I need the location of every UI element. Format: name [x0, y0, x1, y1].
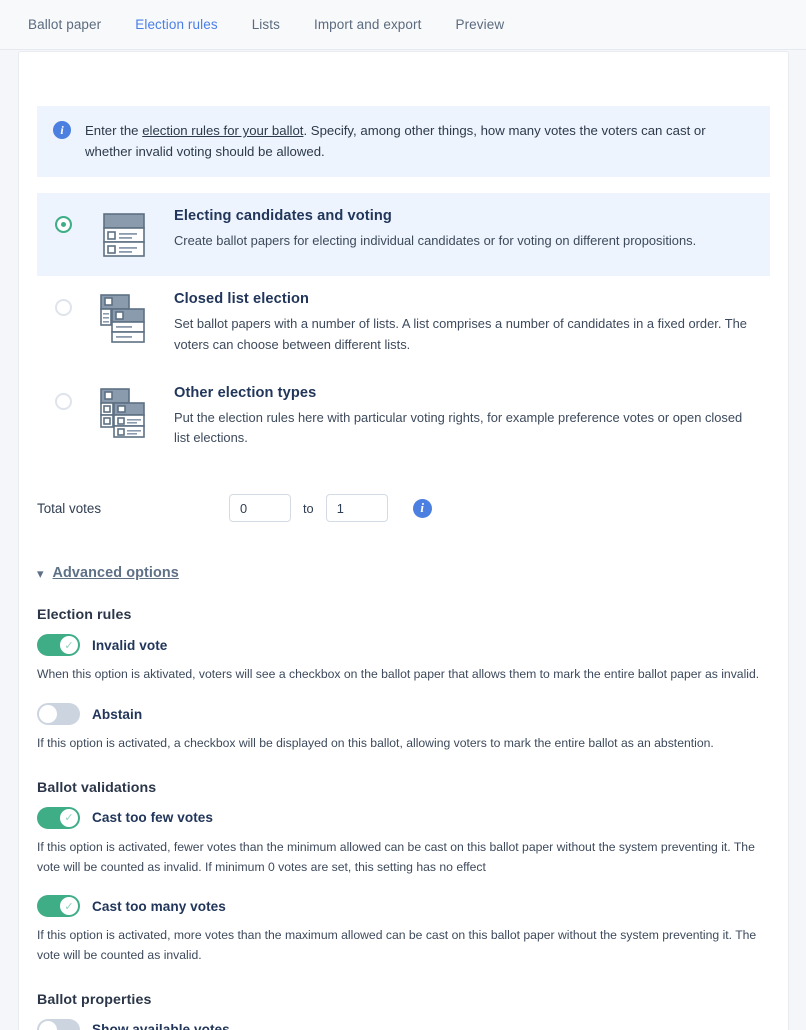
option-title: Other election types — [174, 384, 317, 401]
option-description: Create ballot papers for electing indivi… — [174, 232, 697, 248]
radio-other-election-types[interactable] — [55, 392, 72, 410]
toggle-cast-too-few-votes[interactable]: ✓ — [37, 806, 80, 829]
setting-label: Abstain — [92, 706, 143, 722]
radio-closed-list-election[interactable] — [55, 298, 72, 316]
setting-header: ✓ Cast too few votes — [37, 806, 770, 829]
ballot-single-icon — [98, 210, 154, 262]
setting-label: Show available votes — [92, 1022, 230, 1030]
tab-bar: Ballot paper Election rules Lists Import… — [0, 0, 806, 50]
info-banner-text: Enter the election rules for your ballot… — [85, 120, 752, 163]
election-rules-page: Ballot paper Election rules Lists Import… — [0, 0, 806, 1030]
option-body: Electing candidates and voting Create ba… — [174, 207, 696, 252]
ballot-other-icon — [98, 387, 154, 439]
toggle-invalid-vote[interactable]: ✓ — [37, 634, 80, 657]
setting-abstain: ✓ Abstain If this option is activated, a… — [37, 703, 770, 754]
advanced-options-label: Advanced options — [52, 565, 179, 582]
check-icon: ✓ — [39, 1020, 57, 1030]
setting-description: If this option is activated, a checkbox … — [37, 736, 714, 751]
check-icon: ✓ — [60, 636, 78, 655]
setting-header: ✓ Show available votes — [37, 1018, 770, 1030]
total-votes-row: Total votes to i — [37, 491, 770, 525]
total-votes-max-input[interactable] — [325, 494, 388, 523]
setting-show-available-votes: ✓ Show available votes If this option is… — [37, 1018, 770, 1030]
total-votes-separator: to — [303, 500, 314, 516]
setting-description: When this option is aktivated, voters wi… — [37, 667, 760, 682]
advanced-options-toggle[interactable]: ▾ Advanced options — [37, 565, 770, 581]
setting-header: ✓ Cast too many votes — [37, 895, 770, 918]
tab-election-rules[interactable]: Election rules — [135, 17, 217, 32]
total-votes-info-icon[interactable]: i — [412, 498, 432, 518]
tab-import-and-export[interactable]: Import and export — [314, 17, 422, 32]
election-type-options: Electing candidates and voting Create ba… — [37, 192, 770, 464]
option-description: Set ballot papers with a number of lists… — [174, 315, 747, 352]
option-closed-list-election[interactable]: Closed list election Set ballot papers w… — [37, 276, 770, 370]
content-card: i Enter the election rules for your ball… — [18, 51, 789, 1030]
option-title: Electing candidates and voting — [174, 207, 392, 224]
info-banner: i Enter the election rules for your ball… — [37, 106, 770, 177]
setting-description: If this option is activated, more votes … — [37, 928, 757, 963]
option-body: Other election types Put the election ru… — [174, 384, 754, 450]
setting-header: ✓ Invalid vote — [37, 634, 770, 657]
election-rules-link[interactable]: election rules for your ballot — [142, 123, 303, 138]
ballot-list-icon — [98, 293, 154, 345]
setting-cast-too-few-votes: ✓ Cast too few votes If this option is a… — [37, 806, 770, 878]
group-ballot-properties: Ballot properties ✓ Show available votes… — [37, 992, 770, 1030]
toggle-cast-too-many-votes[interactable]: ✓ — [37, 895, 80, 918]
radio-electing-candidates-and-voting[interactable] — [55, 215, 72, 233]
setting-header: ✓ Abstain — [37, 703, 770, 726]
setting-cast-too-many-votes: ✓ Cast too many votes If this option is … — [37, 895, 770, 966]
group-election-rules: Election rules ✓ Invalid vote When this … — [37, 607, 770, 754]
info-icon: i — [53, 121, 71, 139]
setting-label: Cast too few votes — [92, 810, 214, 826]
setting-invalid-vote: ✓ Invalid vote When this option is aktiv… — [37, 634, 770, 685]
check-icon: ✓ — [60, 897, 78, 916]
group-title: Ballot validations — [37, 779, 157, 796]
option-body: Closed list election Set ballot papers w… — [174, 290, 754, 356]
tab-preview[interactable]: Preview — [455, 17, 504, 32]
tab-lists[interactable]: Lists — [252, 17, 280, 32]
banner-text-before: Enter the — [85, 123, 143, 138]
group-ballot-validations: Ballot validations ✓ Cast too few votes … — [37, 780, 770, 966]
group-title: Election rules — [37, 607, 132, 624]
option-electing-candidates-and-voting[interactable]: Electing candidates and voting Create ba… — [37, 192, 770, 276]
toggle-show-available-votes[interactable]: ✓ — [37, 1018, 80, 1030]
chevron-down-icon: ▾ — [37, 565, 44, 581]
group-title: Ballot properties — [37, 991, 152, 1008]
total-votes-label: Total votes — [37, 500, 102, 516]
tab-ballot-paper[interactable]: Ballot paper — [28, 17, 101, 32]
option-title: Closed list election — [174, 290, 309, 307]
setting-label: Invalid vote — [92, 637, 168, 653]
setting-description: If this option is activated, fewer votes… — [37, 839, 755, 874]
option-description: Put the election rules here with particu… — [174, 409, 743, 446]
setting-label: Cast too many votes — [92, 898, 226, 914]
total-votes-min-input[interactable] — [229, 494, 291, 523]
check-icon: ✓ — [60, 808, 78, 827]
toggle-abstain[interactable]: ✓ — [37, 703, 80, 726]
check-icon: ✓ — [39, 705, 57, 724]
option-other-election-types[interactable]: Other election types Put the election ru… — [37, 370, 770, 464]
